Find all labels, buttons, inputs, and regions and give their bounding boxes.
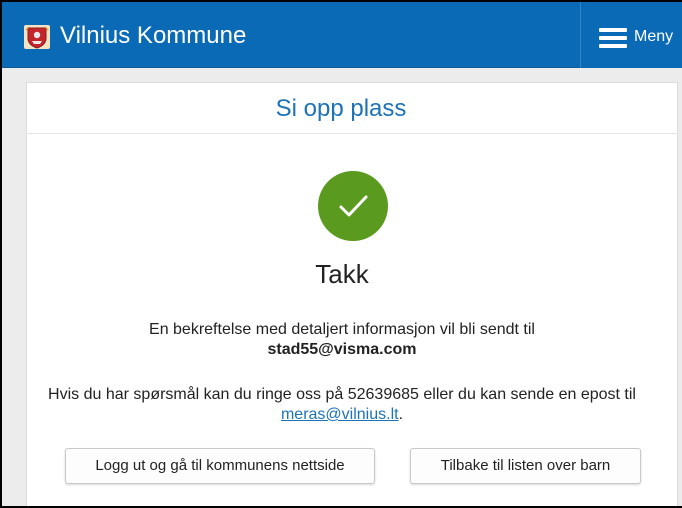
confirmation-message: En bekreftelse med detaljert informasjon… xyxy=(27,320,679,360)
back-to-children-list-button[interactable]: Tilbake til listen over barn xyxy=(410,448,641,484)
confirmation-text: En bekreftelse med detaljert informasjon… xyxy=(149,321,535,338)
app-title: Vilnius Kommune xyxy=(60,22,247,49)
coat-of-arms-icon[interactable] xyxy=(24,25,50,49)
contact-email-link[interactable]: meras@vilnius.lt xyxy=(281,406,399,423)
contact-suffix: . xyxy=(398,406,404,423)
menu-button[interactable]: Meny xyxy=(580,2,682,68)
page-title: Si opp plass xyxy=(275,95,407,122)
success-badge xyxy=(318,171,388,241)
panel-header: Si opp plass xyxy=(27,83,677,134)
contact-text: Hvis du har spørsmål kan du ringe oss på… xyxy=(48,386,636,403)
contact-message: Hvis du har spørsmål kan du ringe oss på… xyxy=(27,385,679,425)
confirmation-email: stad55@visma.com xyxy=(267,341,417,358)
logout-button[interactable]: Logg ut og gå til kommunens nettside xyxy=(65,448,375,484)
hamburger-menu-icon xyxy=(599,28,627,48)
checkmark-icon xyxy=(339,195,368,217)
content-panel: Si opp plass Takk En bekreftelse med det… xyxy=(26,82,679,506)
thank-you-heading: Takk xyxy=(315,259,369,289)
menu-label: Meny xyxy=(634,28,674,45)
app-window: Vilnius Kommune Meny Si opp plass Takk E… xyxy=(0,0,682,508)
top-bar: Vilnius Kommune Meny xyxy=(2,2,682,68)
